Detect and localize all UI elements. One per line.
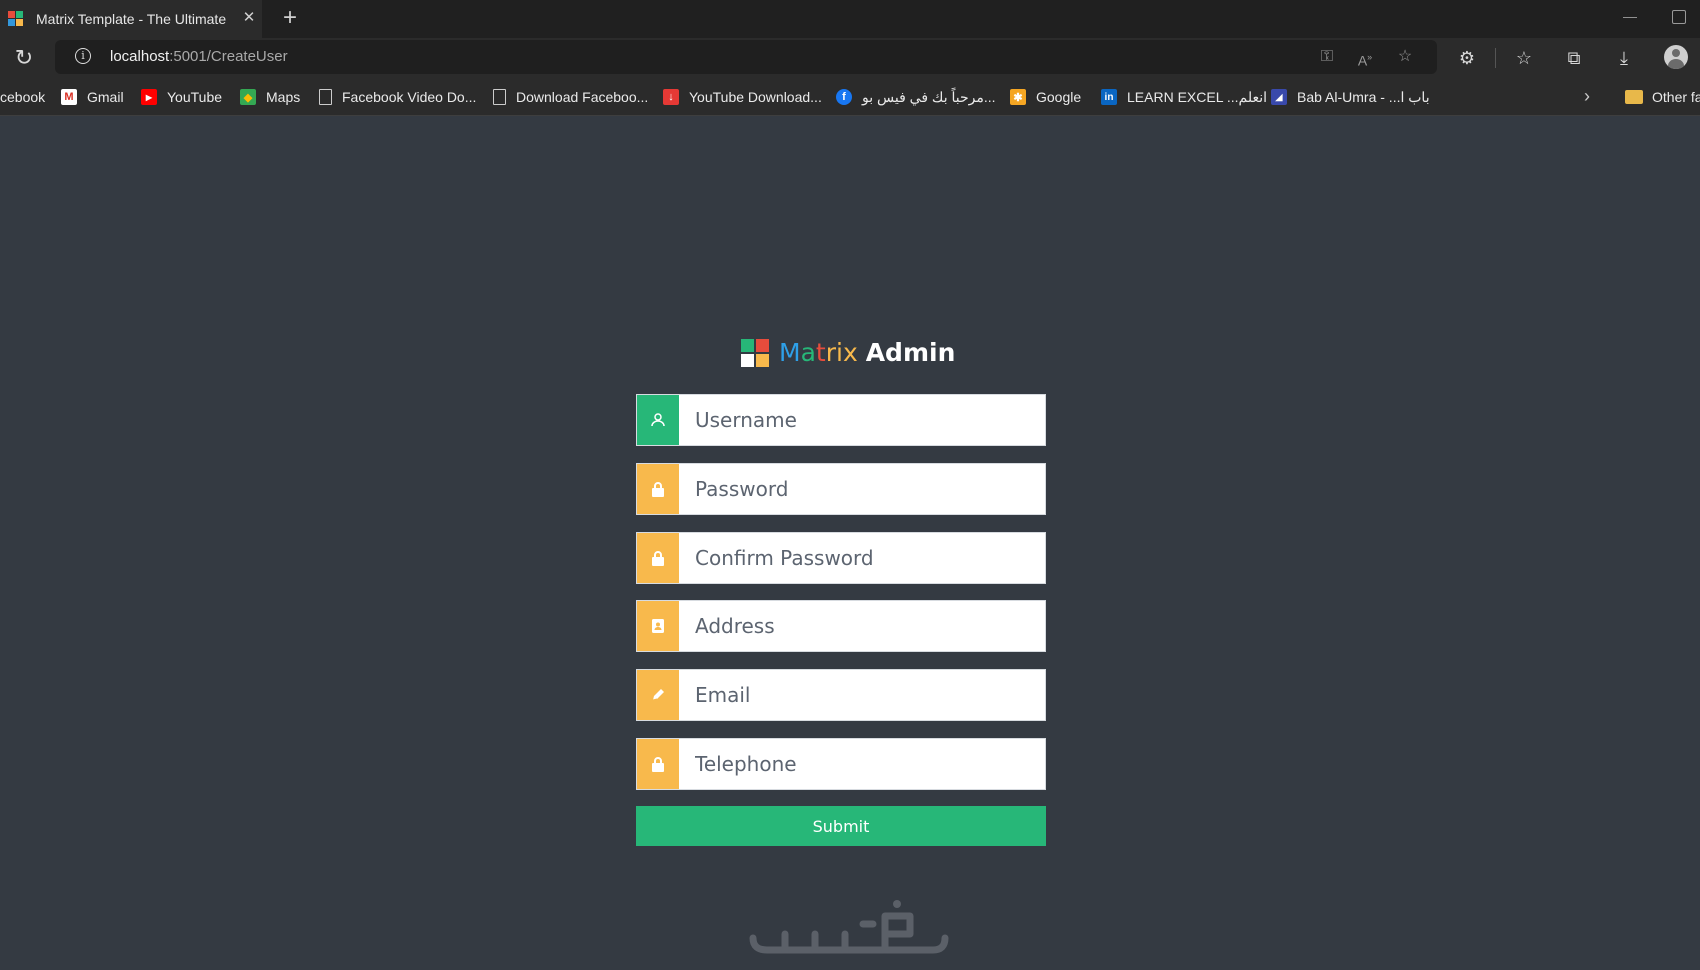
- lock-icon: [637, 739, 679, 789]
- browser-toolbar: ↻ i localhost:5001/CreateUser ⚿ A» ☆ ⚙ ☆…: [0, 38, 1700, 78]
- email-field-group: [636, 669, 1046, 721]
- site-icon: ◢: [1271, 89, 1287, 105]
- hsoub-watermark-logo: [749, 900, 949, 954]
- bookmarks-bar: cebook M Gmail ▶ YouTube ◆ Maps Facebook…: [0, 78, 1700, 116]
- url-path: :5001/CreateUser: [169, 48, 288, 65]
- minimize-button[interactable]: —: [1620, 8, 1640, 28]
- collections-icon[interactable]: ⧉: [1562, 47, 1586, 69]
- bookmark-bab-al-umra[interactable]: ◢ Bab Al-Umra - ...باب ا: [1271, 86, 1430, 108]
- bookmark-facebook[interactable]: cebook: [0, 86, 45, 108]
- brand-t: t: [815, 337, 826, 367]
- restore-button[interactable]: [1672, 10, 1686, 24]
- bookmark-facebook-arabic[interactable]: f مرحباً بك في فيس بو...: [836, 86, 996, 108]
- page-icon: [319, 89, 332, 105]
- bookmark-youtube[interactable]: ▶ YouTube: [141, 86, 222, 108]
- address-field-group: [636, 600, 1046, 652]
- username-field-group: [636, 394, 1046, 446]
- pencil-icon: [637, 670, 679, 720]
- matrix-logo-icon: [741, 339, 769, 367]
- folder-icon: [1625, 90, 1643, 104]
- brand-title: Matrix Admin: [779, 338, 955, 367]
- email-input[interactable]: [679, 670, 1045, 720]
- brand-a: a: [800, 337, 816, 367]
- read-aloud-icon[interactable]: A»: [1355, 47, 1375, 69]
- bookmark-maps[interactable]: ◆ Maps: [240, 86, 300, 108]
- telephone-input[interactable]: [679, 739, 1045, 789]
- bookmark-label: Bab Al-Umra - ...باب ا: [1297, 88, 1430, 105]
- bookmark-label: مرحباً بك في فيس بو...: [862, 88, 996, 105]
- bookmark-download-facebook[interactable]: Download Faceboo...: [493, 86, 648, 108]
- chevron-right-icon[interactable]: ›: [1584, 86, 1590, 107]
- profile-avatar[interactable]: [1664, 45, 1688, 69]
- info-icon[interactable]: i: [75, 48, 91, 64]
- telephone-field-group: [636, 738, 1046, 790]
- confirm-password-input[interactable]: [679, 533, 1045, 583]
- user-icon: [637, 395, 679, 445]
- brand-admin: Admin: [865, 337, 956, 367]
- address-bar[interactable]: i localhost:5001/CreateUser ⚿ A» ☆: [55, 40, 1437, 74]
- bookmark-label: YouTube Download...: [689, 89, 822, 105]
- address-book-icon: [637, 601, 679, 651]
- bookmark-label: YouTube: [167, 89, 223, 105]
- new-tab-button[interactable]: +: [276, 3, 304, 33]
- username-input[interactable]: [679, 395, 1045, 445]
- password-field-group: [636, 463, 1046, 515]
- bookmark-label: Gmail: [87, 89, 124, 105]
- address-input[interactable]: [679, 601, 1045, 651]
- confirm-password-field-group: [636, 532, 1046, 584]
- url-text[interactable]: localhost:5001/CreateUser: [110, 48, 288, 65]
- close-icon[interactable]: ✕: [240, 9, 258, 27]
- add-favorite-icon[interactable]: ☆: [1395, 47, 1415, 67]
- brand-rix: rix: [825, 337, 858, 367]
- submit-button[interactable]: Submit: [636, 806, 1046, 846]
- reload-icon[interactable]: ↻: [12, 46, 36, 70]
- browser-tab[interactable]: Matrix Template - The Ultimate M ✕: [0, 0, 262, 38]
- bookmark-youtube-download[interactable]: ↓ YouTube Download...: [663, 86, 822, 108]
- tab-title: Matrix Template - The Ultimate M: [36, 11, 231, 27]
- lock-icon: [637, 464, 679, 514]
- bookmark-gmail[interactable]: M Gmail: [61, 86, 124, 108]
- browser-tab-strip: Matrix Template - The Ultimate M ✕ + —: [0, 0, 1700, 38]
- url-host: localhost: [110, 48, 170, 65]
- password-input[interactable]: [679, 464, 1045, 514]
- brand-header: Matrix Admin: [741, 337, 955, 367]
- favorites-icon[interactable]: ☆: [1512, 47, 1536, 69]
- bookmark-label: cebook: [0, 89, 46, 105]
- bookmark-label: Google: [1036, 89, 1082, 105]
- bookmark-google[interactable]: ✱ Google: [1010, 86, 1081, 108]
- bookmark-label: LEARN EXCEL ...انعلم: [1127, 88, 1268, 105]
- bookmark-learn-excel[interactable]: in LEARN EXCEL ...انعلم: [1101, 86, 1267, 108]
- gmail-icon: M: [61, 89, 77, 105]
- matrix-logo-icon: [8, 11, 24, 27]
- google-icon: ✱: [1010, 89, 1026, 105]
- downloads-icon[interactable]: ⤓: [1612, 47, 1636, 69]
- toolbar-divider: [1495, 48, 1496, 68]
- linkedin-icon: in: [1101, 89, 1117, 105]
- facebook-icon: f: [836, 89, 852, 105]
- page-icon: [493, 89, 506, 105]
- maps-icon: ◆: [240, 89, 256, 105]
- lock-icon: [637, 533, 679, 583]
- key-icon[interactable]: ⚿: [1317, 47, 1337, 67]
- bookmark-label: Other fa: [1652, 89, 1700, 105]
- brand-m: M: [779, 337, 801, 367]
- youtube-icon: ▶: [141, 89, 157, 105]
- extensions-icon[interactable]: ⚙: [1455, 47, 1479, 69]
- bookmark-label: Facebook Video Do...: [342, 89, 477, 105]
- bookmark-facebook-video[interactable]: Facebook Video Do...: [319, 86, 476, 108]
- bookmark-label: Maps: [266, 89, 301, 105]
- bookmark-other-favorites[interactable]: Other fa: [1625, 86, 1700, 108]
- bookmark-label: Download Faceboo...: [516, 89, 649, 105]
- download-icon: ↓: [663, 89, 679, 105]
